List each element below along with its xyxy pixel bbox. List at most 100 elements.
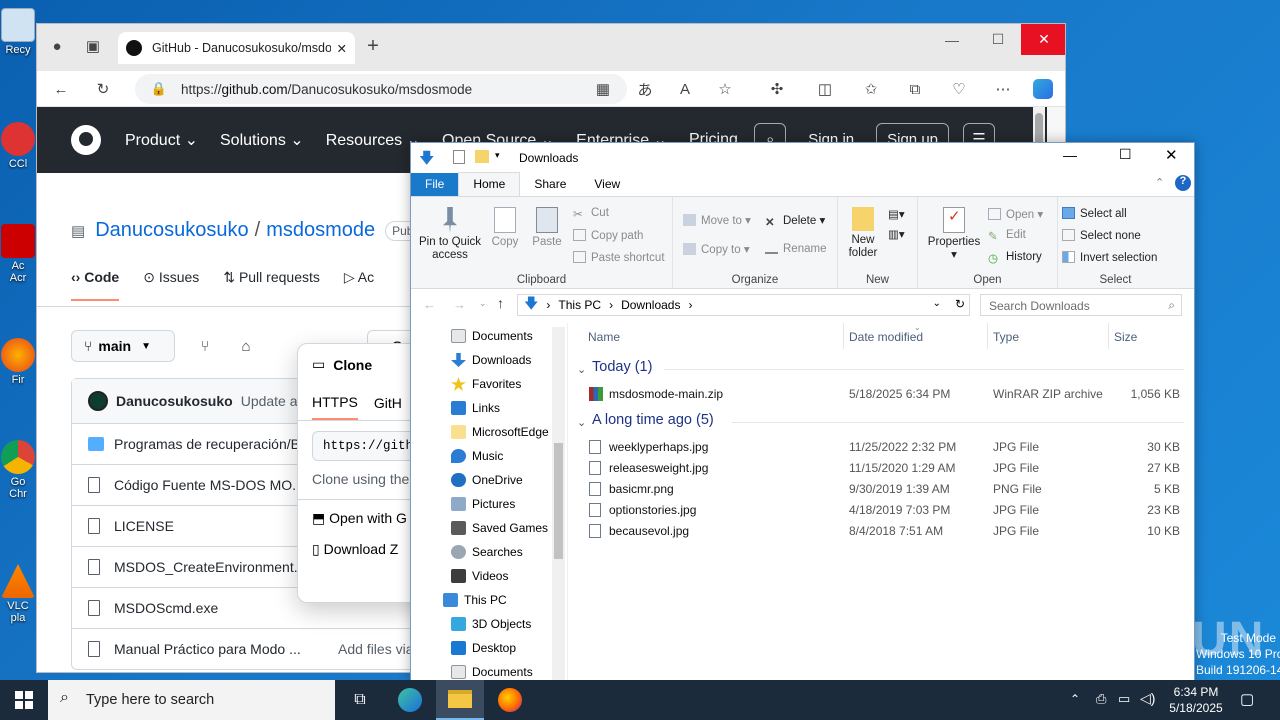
close-button[interactable]: ✕ — [1021, 24, 1065, 55]
paste-shortcut-button[interactable]: Paste shortcut — [573, 251, 665, 264]
forward-arrow-icon[interactable]: → — [453, 297, 466, 312]
new-folder-qat-icon[interactable] — [475, 150, 489, 163]
copy-button[interactable]: Copy — [487, 207, 523, 249]
taskbar-explorer-icon[interactable] — [436, 680, 484, 720]
select-all-button[interactable]: Select all — [1062, 207, 1127, 220]
up-arrow-icon[interactable]: ↑ — [497, 295, 504, 311]
nav-resources[interactable]: Resources ⌄ — [326, 130, 420, 150]
url-input[interactable]: 🔒 https://github.com/Danucosukosuko/msdo… — [135, 74, 627, 104]
nav-item[interactable]: Documents — [451, 329, 533, 343]
tab-actions[interactable]: ▷ Ac — [344, 269, 374, 301]
refresh-icon[interactable]: ↻ — [93, 79, 113, 99]
properties-qat-icon[interactable] — [453, 150, 465, 164]
collapse-group-chevron-icon[interactable]: ⌄ — [577, 416, 586, 429]
vlc-icon[interactable]: VLC pla — [0, 564, 36, 624]
move-to-button[interactable]: Move to ▾ — [683, 213, 751, 227]
edit-button[interactable]: ✎ Edit — [988, 229, 1026, 243]
clone-tab-github-cli[interactable]: GitH — [374, 395, 402, 411]
taskbar-firefox-icon[interactable] — [486, 680, 534, 720]
tab-issues[interactable]: ⊙ Issues — [143, 269, 199, 301]
maximize-button[interactable]: ☐ — [975, 24, 1021, 55]
file-row[interactable]: weeklyperhaps.jpg 11/25/2022 2:32 PM JPG… — [589, 437, 1189, 457]
open-with-desktop-button[interactable]: ⬒ Open with G — [312, 510, 422, 527]
refresh-icon[interactable]: ↻ — [955, 297, 965, 311]
column-header-date-modified[interactable]: Date modified — [849, 330, 923, 344]
close-button[interactable]: ✕ — [1165, 146, 1178, 164]
github-logo-icon[interactable] — [71, 125, 101, 155]
quick-access-down-arrow-icon[interactable]: 🡇 — [419, 148, 434, 173]
favorites-icon[interactable]: ✩ — [861, 79, 881, 99]
tab-actions-icon[interactable]: ▣ — [83, 36, 103, 56]
nav-item[interactable]: Links — [451, 401, 500, 415]
task-view-icon[interactable]: ⧉ — [336, 680, 384, 720]
ribbon-tab-view[interactable]: View — [580, 173, 634, 196]
more-options-icon[interactable]: ⋯ — [993, 79, 1013, 99]
file-commit-message[interactable]: Add files via — [338, 641, 413, 657]
repo-owner-link[interactable]: Danucosukosuko — [95, 219, 248, 242]
column-header-size[interactable]: Size — [1114, 330, 1137, 344]
select-none-button[interactable]: Select none — [1062, 229, 1141, 242]
file-row[interactable]: becausevol.jpg 8/4/2018 7:51 AM JPG File… — [589, 521, 1189, 541]
ccleaner-icon[interactable]: CCl — [0, 122, 36, 170]
nav-item[interactable]: Documents — [451, 665, 533, 679]
breadcrumb[interactable]: 🡇 › This PC › Downloads › ⌄ ↻ — [517, 294, 970, 316]
nav-item[interactable]: Desktop — [451, 641, 516, 655]
nav-item[interactable]: OneDrive — [451, 473, 523, 487]
maximize-button[interactable]: ☐ — [1119, 146, 1132, 163]
nav-item[interactable]: Saved Games — [451, 521, 548, 535]
group-header-today[interactable]: Today (1) — [592, 359, 652, 375]
nav-item[interactable]: Music — [451, 449, 503, 463]
column-header-name[interactable]: Name — [588, 330, 620, 344]
app-available-icon[interactable]: ▦ — [593, 79, 613, 99]
navigation-pane-scrollbar[interactable] — [552, 327, 565, 681]
group-header-long-ago[interactable]: A long time ago (5) — [592, 412, 714, 428]
nav-solutions[interactable]: Solutions ⌄ — [220, 130, 304, 150]
rename-button[interactable]: Rename — [765, 242, 826, 255]
file-row[interactable]: basicmr.png 9/30/2019 1:39 AM PNG File 5… — [589, 479, 1189, 499]
tab-code[interactable]: ‹› Code — [71, 269, 120, 301]
nav-item[interactable]: Searches — [451, 545, 523, 559]
file-name[interactable]: Manual Práctico para Modo ... — [114, 641, 324, 657]
taskbar-search-input[interactable]: ⌕ Type here to search — [48, 680, 335, 720]
lock-icon[interactable]: 🔒 — [149, 79, 169, 99]
back-arrow-icon[interactable]: ← — [423, 297, 436, 312]
file-name[interactable]: Programas de recuperación/B... — [114, 436, 312, 452]
properties-button[interactable]: ✓ Properties ▾ — [926, 207, 982, 262]
tab-pull-requests[interactable]: ⇅ Pull requests — [223, 269, 320, 301]
nav-item[interactable]: Favorites — [451, 377, 521, 391]
nav-item-this-pc[interactable]: This PC — [443, 593, 507, 607]
read-aloud-icon[interactable]: A — [675, 79, 695, 99]
commit-author[interactable]: Danucosukosuko — [116, 393, 233, 409]
file-name[interactable]: Código Fuente MS-DOS MO... — [114, 477, 304, 493]
nav-item[interactable]: 3D Objects — [451, 617, 531, 631]
file-name[interactable]: MSDOScmd.exe — [114, 600, 218, 616]
file-name[interactable]: LICENSE — [114, 518, 174, 534]
delete-button[interactable]: ✕ Delete ▾ — [765, 213, 825, 229]
new-folder-button[interactable]: New folder — [846, 207, 880, 260]
file-row[interactable]: releasesweight.jpg 11/15/2020 1:29 AM JP… — [589, 458, 1189, 478]
network-icon[interactable]: ▭ — [1118, 691, 1130, 707]
nav-item[interactable]: Pictures — [451, 497, 515, 511]
copy-to-button[interactable]: Copy to ▾ — [683, 242, 750, 256]
nav-item[interactable]: Videos — [451, 569, 508, 583]
show-hidden-icons-chevron-icon[interactable]: ⌃ — [1070, 692, 1080, 706]
branches-icon[interactable]: ⑂ — [195, 336, 215, 356]
cut-button[interactable]: ✂ Cut — [573, 207, 609, 221]
action-icon[interactable]: ⎙ — [1096, 691, 1106, 707]
column-header-type[interactable]: Type — [993, 330, 1019, 344]
notifications-icon[interactable]: ▢ — [1240, 690, 1254, 708]
file-row[interactable]: optionstories.jpg 4/18/2019 7:03 PM JPG … — [589, 500, 1189, 520]
taskbar-edge-icon[interactable] — [386, 680, 434, 720]
paste-button[interactable]: Paste — [529, 207, 565, 249]
breadcrumb-this-pc[interactable]: This PC — [558, 298, 601, 312]
new-tab-button[interactable]: + — [363, 35, 383, 57]
profile-icon[interactable]: ● — [47, 36, 67, 56]
system-clock[interactable]: 6:34 PM 5/18/2025 — [1160, 684, 1232, 716]
history-button[interactable]: ◷ History — [988, 251, 1042, 265]
repo-name-link[interactable]: msdosmode — [266, 219, 375, 242]
browser-tab-github[interactable]: GitHub - Danucosukosuko/msdosmode ✕ — [118, 32, 355, 64]
search-downloads-input[interactable]: Search Downloads ⌕ — [980, 294, 1182, 316]
ribbon-tab-share[interactable]: Share — [520, 173, 580, 196]
collapse-group-chevron-icon[interactable]: ⌄ — [577, 363, 586, 376]
minimize-button[interactable]: — — [929, 24, 975, 55]
